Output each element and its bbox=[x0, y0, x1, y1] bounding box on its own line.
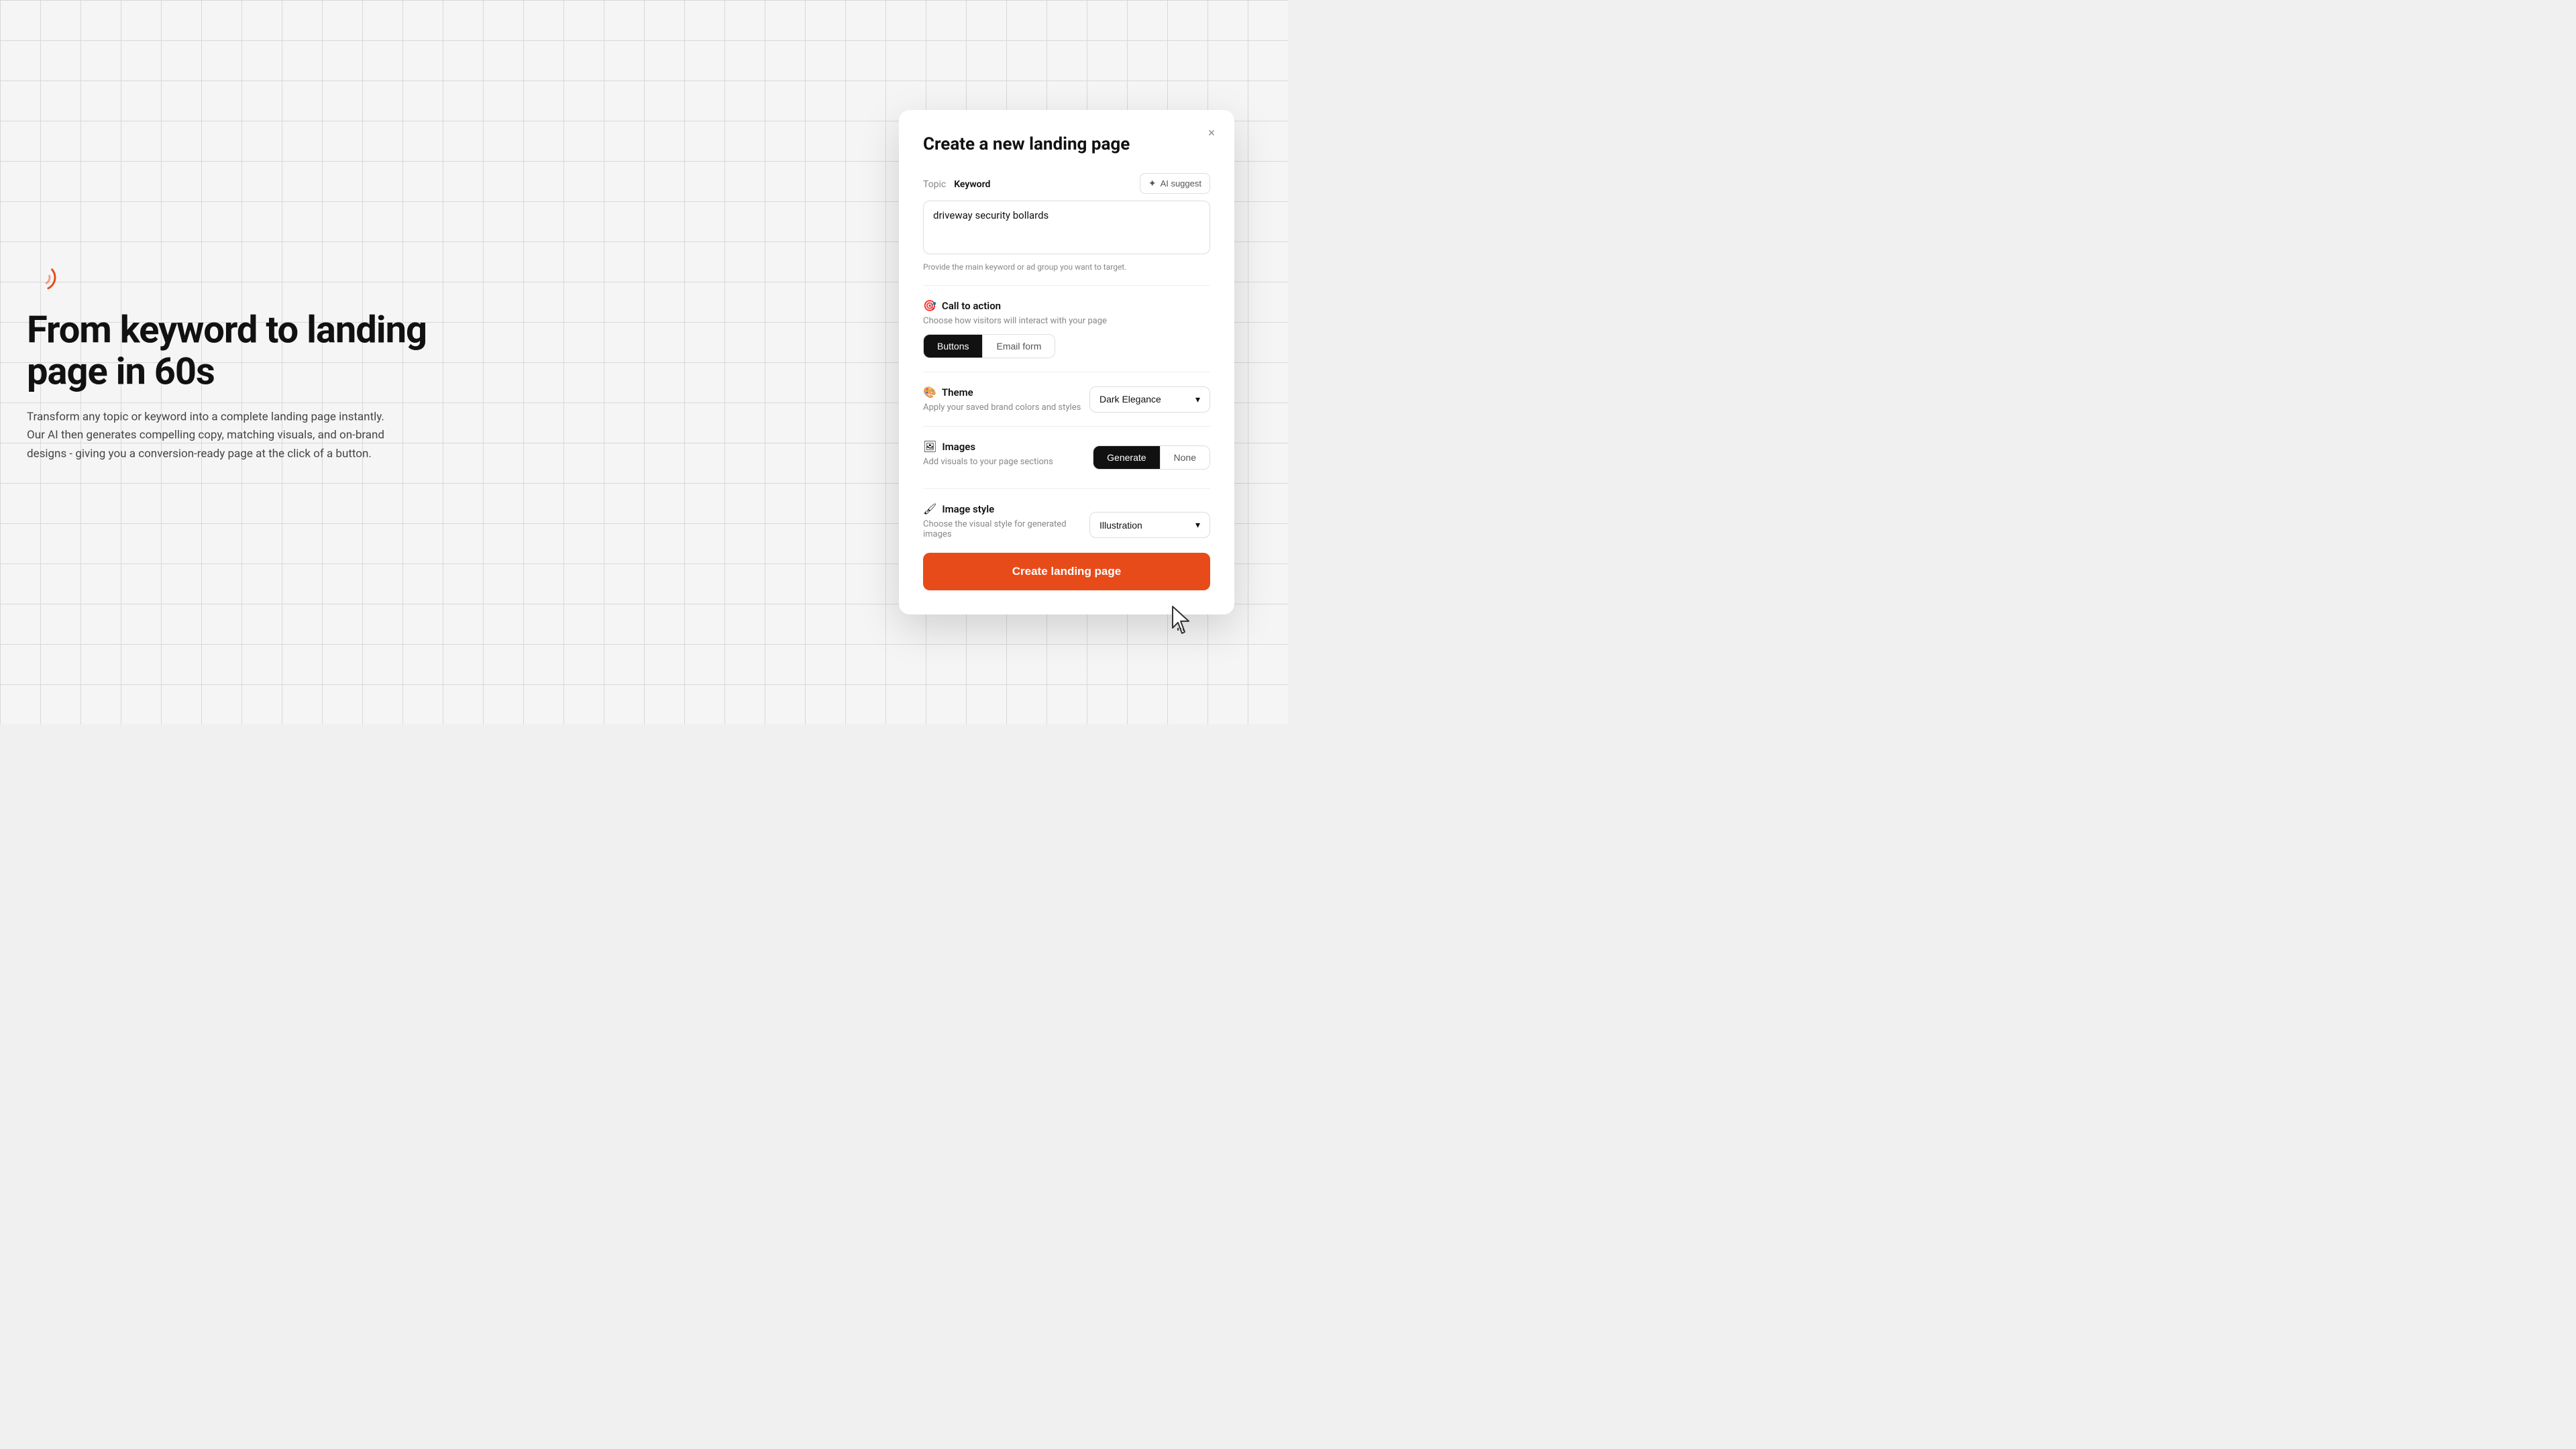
images-desc: Add visuals to your page sections bbox=[923, 457, 1053, 467]
theme-selected-value: Dark Elegance bbox=[1099, 394, 1161, 405]
topic-section: Topic Keyword ✦ AI suggest driveway secu… bbox=[923, 173, 1210, 272]
cta-email-form-option[interactable]: Email form bbox=[983, 335, 1055, 358]
cta-desc: Choose how visitors will interact with y… bbox=[923, 316, 1210, 326]
hero-section: From keyword to landing page in 60s Tran… bbox=[27, 262, 429, 464]
create-landing-page-button[interactable]: Create landing page bbox=[923, 553, 1210, 590]
ai-suggest-label: AI suggest bbox=[1161, 178, 1201, 189]
images-toggle-group: Generate None bbox=[1093, 445, 1210, 470]
images-none-option[interactable]: None bbox=[1161, 446, 1210, 469]
modal-title: Create a new landing page bbox=[923, 134, 1210, 154]
images-section: 🖼 Images Add visuals to your page sectio… bbox=[923, 440, 1210, 475]
topic-label: Topic bbox=[923, 179, 946, 190]
ai-icon: ✦ bbox=[1148, 178, 1157, 189]
cta-label: Call to action bbox=[942, 300, 1001, 312]
cta-toggle-group: Buttons Email form bbox=[923, 334, 1055, 358]
modal-close-button[interactable]: × bbox=[1202, 123, 1221, 142]
cta-section: 🎯 Call to action Choose how visitors wil… bbox=[923, 299, 1210, 358]
modal-overlay: × Create a new landing page Topic Keywor… bbox=[899, 110, 1234, 614]
theme-label: Theme bbox=[942, 386, 973, 398]
images-label: Images bbox=[942, 441, 975, 453]
image-style-chevron-icon: ▾ bbox=[1195, 519, 1200, 531]
theme-desc: Apply your saved brand colors and styles bbox=[923, 402, 1081, 413]
theme-section: 🎨 Theme Apply your saved brand colors an… bbox=[923, 386, 1210, 413]
theme-icon: 🎨 bbox=[923, 386, 936, 398]
spinner-icon bbox=[27, 262, 59, 294]
theme-chevron-icon: ▾ bbox=[1195, 394, 1200, 405]
topic-value: Keyword bbox=[954, 179, 990, 190]
images-icon: 🖼 bbox=[923, 440, 936, 453]
divider-3 bbox=[923, 426, 1210, 427]
cta-buttons-option[interactable]: Buttons bbox=[924, 335, 983, 358]
create-landing-page-modal: × Create a new landing page Topic Keywor… bbox=[899, 110, 1234, 614]
cta-icon: 🎯 bbox=[923, 299, 936, 312]
divider-1 bbox=[923, 285, 1210, 286]
hero-subtitle: Transform any topic or keyword into a co… bbox=[27, 409, 389, 464]
topic-hint: Provide the main keyword or ad group you… bbox=[923, 262, 1210, 272]
theme-dropdown[interactable]: Dark Elegance ▾ bbox=[1089, 386, 1210, 413]
hero-title: From keyword to landing page in 60s bbox=[27, 310, 429, 392]
image-style-selected-value: Illustration bbox=[1099, 520, 1142, 531]
divider-4 bbox=[923, 488, 1210, 489]
images-generate-option[interactable]: Generate bbox=[1093, 446, 1160, 469]
image-style-section: 🖌 Image style Choose the visual style fo… bbox=[923, 502, 1210, 547]
ai-suggest-button[interactable]: ✦ AI suggest bbox=[1140, 173, 1210, 194]
image-style-dropdown[interactable]: Illustration ▾ bbox=[1089, 512, 1210, 538]
image-style-icon: 🖌 bbox=[923, 502, 936, 515]
image-style-label: Image style bbox=[942, 503, 994, 515]
image-style-desc: Choose the visual style for generated im… bbox=[923, 519, 1089, 539]
keyword-textarea[interactable]: driveway security bollards bbox=[923, 201, 1210, 254]
topic-header-labels: Topic Keyword bbox=[923, 177, 990, 190]
